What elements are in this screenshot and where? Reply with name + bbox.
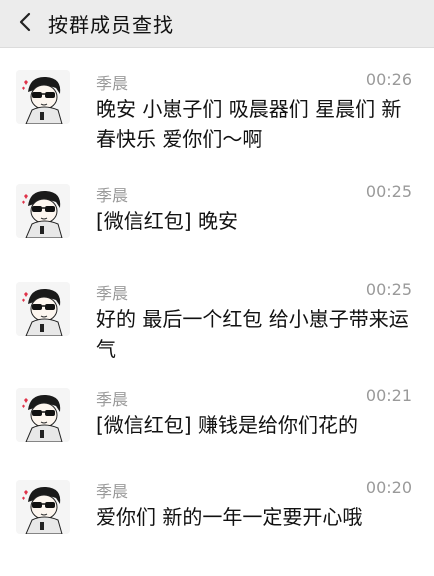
message-time: 00:25 xyxy=(365,280,412,299)
sender-name: 季晨 xyxy=(96,74,129,93)
message-time: 00:25 xyxy=(365,182,412,201)
message-text: [微信红包] 赚钱是给你们花的 xyxy=(96,413,358,437)
message-time: 00:20 xyxy=(365,478,412,497)
sender-name: 季晨 xyxy=(96,482,129,501)
message-item[interactable]: 季晨 00:25 好的 最后一个红包 给小崽子带来运气 xyxy=(0,270,434,382)
message-text: 晚安 小崽子们 吸晨器们 星晨们 新春快乐 爱你们～啊 xyxy=(96,97,402,151)
message-text: [微信红包] 晚安 xyxy=(96,209,238,233)
back-button[interactable] xyxy=(14,11,36,37)
avatar[interactable] xyxy=(16,480,70,534)
sender-name: 季晨 xyxy=(96,390,129,409)
message-text: 爱你们 新的一年一定要开心哦 xyxy=(96,505,363,529)
top-bar: 按群成员查找 xyxy=(0,0,434,48)
avatar[interactable] xyxy=(16,184,70,238)
message-time: 00:26 xyxy=(365,70,412,89)
message-item[interactable]: 季晨 00:20 爱你们 新的一年一定要开心哦 xyxy=(0,472,434,576)
message-time: 00:21 xyxy=(365,386,412,405)
avatar[interactable] xyxy=(16,282,70,336)
message-list[interactable]: 季晨 00:26 晚安 小崽子们 吸晨器们 星晨们 新春快乐 爱你们～啊 季晨 … xyxy=(0,48,434,576)
message-item[interactable]: 季晨 00:21 [微信红包] 赚钱是给你们花的 xyxy=(0,382,434,472)
sender-name: 季晨 xyxy=(96,284,129,303)
sender-name: 季晨 xyxy=(96,186,129,205)
chevron-left-icon xyxy=(19,12,31,36)
avatar[interactable] xyxy=(16,388,70,442)
avatar[interactable] xyxy=(16,70,70,124)
message-text: 好的 最后一个红包 给小崽子带来运气 xyxy=(96,307,409,361)
page-title: 按群成员查找 xyxy=(48,13,174,37)
message-item[interactable]: 季晨 00:26 晚安 小崽子们 吸晨器们 星晨们 新春快乐 爱你们～啊 xyxy=(0,48,434,154)
message-item[interactable]: 季晨 00:25 [微信红包] 晚安 xyxy=(0,154,434,270)
